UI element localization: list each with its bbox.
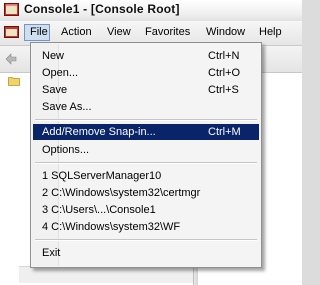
menu-item-label: Exit <box>42 247 61 259</box>
menu-view[interactable]: View <box>102 24 136 41</box>
menu-item-exit[interactable]: Exit <box>33 245 259 261</box>
mmc-console-icon <box>4 3 19 16</box>
menu-item-save-as[interactable]: Save As... <box>33 99 259 115</box>
menu-item-shortcut: Ctrl+M <box>208 126 241 138</box>
menu-item-label: 1 SQLServerManager10 <box>42 170 162 182</box>
menu-item-shortcut: Ctrl+O <box>208 67 241 79</box>
menu-action[interactable]: Action <box>56 24 97 41</box>
menu-item-recent-2[interactable]: 2 C:\Windows\system32\certmgr <box>33 185 259 201</box>
menu-item-label: Open... <box>42 67 79 79</box>
window-title: Console1 - [Console Root] <box>24 2 180 16</box>
menu-item-recent-4[interactable]: 4 C:\Windows\system32\WF <box>33 219 259 235</box>
menu-item-recent-3[interactable]: 3 C:\Users\...\Console1 <box>33 202 259 218</box>
menu-item-shortcut: Ctrl+N <box>208 50 240 62</box>
menu-item-label: Add/Remove Snap-in... <box>42 126 156 138</box>
menu-favorites[interactable]: Favorites <box>140 24 195 41</box>
menu-separator <box>35 119 257 121</box>
menu-item-shortcut: Ctrl+S <box>208 84 239 96</box>
menu-item-label: New <box>42 50 65 62</box>
menu-item-label: 3 C:\Users\...\Console1 <box>42 204 156 216</box>
menu-item-label: Save <box>42 84 68 96</box>
folder-icon <box>8 77 20 86</box>
menu-file[interactable]: File <box>24 24 50 41</box>
menu-item-new[interactable]: New Ctrl+N <box>33 48 259 64</box>
menu-item-open[interactable]: Open... Ctrl+O <box>33 65 259 81</box>
menu-separator <box>35 162 257 164</box>
back-arrow-icon[interactable] <box>4 52 18 66</box>
menu-item-label: Options... <box>42 144 90 156</box>
mmc-console-icon[interactable] <box>4 25 19 39</box>
menu-item-add-remove-snap-in[interactable]: Add/Remove Snap-in... Ctrl+M <box>33 124 259 140</box>
title-bar: Console1 - [Console Root] <box>0 0 302 22</box>
horizontal-scrollbar[interactable] <box>19 266 193 283</box>
menu-item-label: 2 C:\Windows\system32\certmgr <box>42 187 201 199</box>
menu-separator <box>35 239 257 241</box>
menu-item-recent-1[interactable]: 1 SQLServerManager10 <box>33 168 259 184</box>
menu-window[interactable]: Window <box>201 24 250 41</box>
menu-item-options[interactable]: Options... <box>33 142 259 158</box>
menu-item-label: 4 C:\Windows\system32\WF <box>42 221 181 233</box>
menu-item-save[interactable]: Save Ctrl+S <box>33 82 259 98</box>
menu-help[interactable]: Help <box>254 24 287 41</box>
file-menu-dropdown: New Ctrl+N Open... Ctrl+O Save Ctrl+S Sa… <box>30 42 262 268</box>
menu-item-label: Save As... <box>42 101 92 113</box>
